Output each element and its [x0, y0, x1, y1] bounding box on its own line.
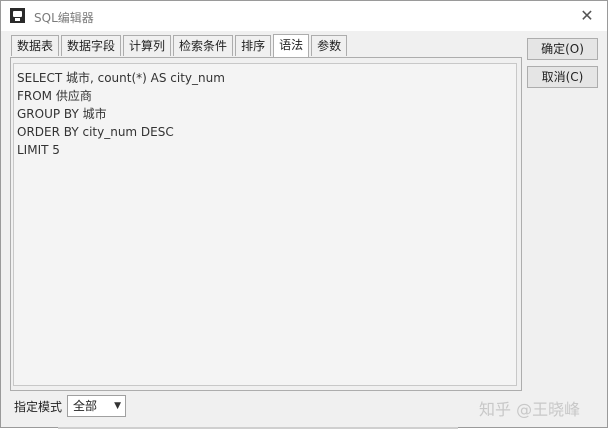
title-bar[interactable]: SQL编辑器 ✕	[1, 1, 607, 31]
sql-line: FROM 供应商	[17, 89, 92, 103]
tab-bar: 数据表 数据字段 计算列 检索条件 排序 语法 参数	[11, 34, 348, 57]
close-button[interactable]: ✕	[575, 5, 599, 27]
cancel-button[interactable]: 取消(C)	[527, 66, 598, 88]
sql-line: LIMIT 5	[17, 143, 60, 157]
mode-label: 指定模式	[14, 400, 63, 414]
sql-line: ORDER BY city_num DESC	[17, 125, 174, 139]
tab-syntax[interactable]: 语法	[273, 34, 310, 57]
sql-editor-dialog: SQL编辑器 ✕ 数据表 数据字段 计算列 检索条件 排序 语法 参数 SELE…	[0, 0, 608, 428]
app-icon	[10, 8, 25, 23]
tab-sort[interactable]: 排序	[235, 35, 272, 56]
watermark: 知乎 @王晓峰	[479, 400, 581, 419]
tab-data-table[interactable]: 数据表	[11, 35, 60, 56]
mode-select[interactable]: 全部 ▼	[67, 395, 126, 417]
tab-parameters[interactable]: 参数	[311, 35, 348, 56]
chevron-down-icon: ▼	[114, 401, 121, 411]
mode-selected-value: 全部	[73, 399, 98, 413]
sql-text-area[interactable]: SELECT 城市, count(*) AS city_num FROM 供应商…	[13, 63, 517, 386]
tab-computed-columns[interactable]: 计算列	[123, 35, 172, 56]
background-strip	[58, 427, 458, 429]
ok-button[interactable]: 确定(O)	[527, 38, 598, 60]
sql-line: SELECT 城市, count(*) AS city_num	[17, 71, 225, 85]
window-title: SQL编辑器	[34, 11, 94, 25]
tab-search-conditions[interactable]: 检索条件	[173, 35, 234, 56]
tab-data-fields[interactable]: 数据字段	[61, 35, 122, 56]
close-icon: ✕	[580, 6, 594, 25]
sql-line: GROUP BY 城市	[17, 107, 107, 121]
